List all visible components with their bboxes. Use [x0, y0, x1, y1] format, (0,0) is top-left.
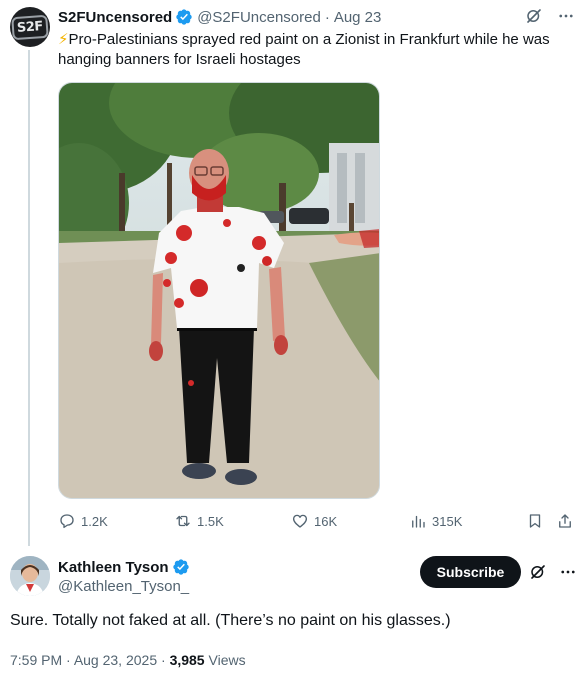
reply-button[interactable]: 1.2K — [58, 512, 108, 530]
repost-icon — [176, 515, 190, 527]
reply-top-actions — [528, 562, 578, 582]
repost-button[interactable]: 1.5K — [174, 512, 224, 530]
verified-badge-icon — [172, 559, 189, 575]
tweet-top-actions — [524, 6, 576, 26]
separator-dot: · — [324, 8, 330, 26]
photo-illustration — [59, 83, 379, 498]
tweet-header: S2FUncensored @S2FUncensored · Aug 23 — [58, 8, 381, 26]
more-icon[interactable] — [556, 6, 576, 26]
parent-tweet[interactable]: S2F S2FUncensored @S2FUncensored · Aug 2… — [0, 0, 588, 546]
tweet-meta: 7:59 PM · Aug 23, 2025 · 3,985 Views — [10, 652, 246, 668]
verified-badge-icon — [176, 9, 192, 25]
views-icon — [412, 515, 425, 528]
views-button[interactable]: 315K — [409, 512, 462, 530]
avatar[interactable]: S2F — [10, 7, 50, 47]
repost-count: 1.5K — [197, 513, 224, 529]
thread-line — [28, 50, 30, 546]
share-button[interactable] — [556, 512, 574, 530]
like-icon — [292, 514, 308, 528]
more-icon[interactable] — [558, 562, 578, 582]
avatar[interactable] — [10, 556, 50, 596]
reply-text: Sure. Totally not faked at all. (There’s… — [10, 612, 451, 629]
bookmark-button[interactable] — [526, 512, 544, 530]
bookmark-icon — [529, 514, 541, 528]
lightning-emoji: ⚡ — [58, 31, 69, 48]
author-handle[interactable]: @Kathleen_Tyson_ — [58, 578, 189, 595]
avatar-photo — [10, 556, 50, 596]
subscribe-button[interactable]: Subscribe — [420, 556, 521, 588]
post-time[interactable]: 7:59 PM — [10, 652, 62, 668]
like-button[interactable]: 16K — [291, 512, 337, 530]
reply-icon — [60, 514, 74, 529]
separator-dot: · — [66, 652, 74, 668]
tweet-actions: 1.2K 1.5K 16K 315K — [58, 512, 576, 534]
author-name[interactable]: S2FUncensored — [58, 9, 172, 26]
separator-dot: · — [161, 652, 170, 668]
tweet-date[interactable]: Aug 23 — [334, 9, 382, 26]
share-icon — [559, 514, 571, 528]
tweet-body: Pro-Palestinians sprayed red paint on a … — [58, 31, 550, 68]
views-label: Views — [208, 652, 246, 668]
tweet-photo[interactable] — [58, 82, 380, 499]
grok-icon[interactable] — [528, 562, 548, 582]
tweet-text: ⚡Pro-Palestinians sprayed red paint on a… — [58, 30, 578, 70]
author-name-row: Kathleen Tyson — [58, 558, 194, 576]
author-name[interactable]: Kathleen Tyson — [58, 559, 169, 576]
views-count: 3,985 — [169, 652, 205, 668]
post-date[interactable]: Aug 23, 2025 — [74, 652, 157, 668]
reply-count: 1.2K — [81, 513, 108, 529]
grok-icon[interactable] — [524, 6, 544, 26]
author-handle[interactable]: @S2FUncensored — [197, 9, 321, 26]
avatar-logo: S2F — [11, 14, 49, 40]
views-count: 315K — [432, 513, 463, 529]
like-count: 16K — [314, 513, 338, 529]
reply-tweet[interactable]: Kathleen Tyson @Kathleen_Tyson_ Subscrib… — [0, 546, 588, 680]
